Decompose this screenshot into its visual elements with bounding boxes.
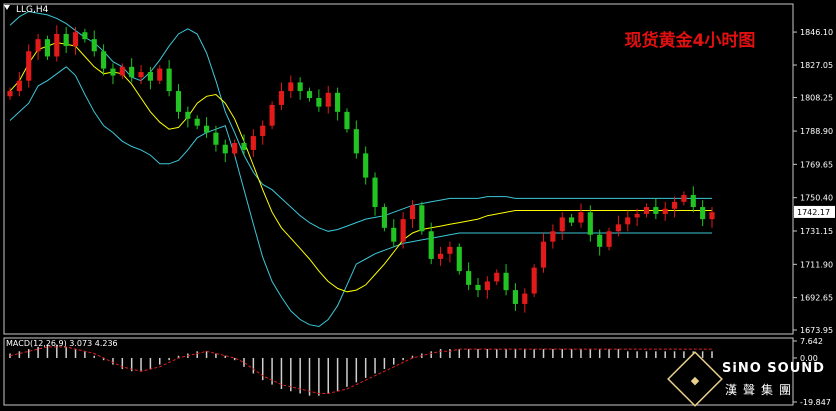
candle-body[interactable] xyxy=(26,51,32,81)
candle-body[interactable] xyxy=(363,153,369,178)
candle-body[interactable] xyxy=(35,39,41,52)
candle-body[interactable] xyxy=(709,212,715,220)
candle-body[interactable] xyxy=(63,33,69,47)
candle-body[interactable] xyxy=(344,111,350,130)
candle-body[interactable] xyxy=(671,201,678,209)
candle-body[interactable] xyxy=(241,142,247,150)
chart-title: 现货黄金4小时图 xyxy=(625,30,756,51)
symbol-label: LLG,H4 xyxy=(16,5,49,15)
candle-body[interactable] xyxy=(606,231,612,247)
macd-axis-label: 7.642 xyxy=(800,337,823,346)
candle-body[interactable] xyxy=(625,217,631,225)
candle-body[interactable] xyxy=(466,271,472,285)
price-axis-label: 1846.10 xyxy=(800,28,833,37)
candle-body[interactable] xyxy=(569,217,575,223)
candle-body[interactable] xyxy=(306,91,313,98)
candle-body[interactable] xyxy=(409,205,416,220)
candle-body[interactable] xyxy=(690,194,696,208)
candle-body[interactable] xyxy=(194,118,200,126)
candle-body[interactable] xyxy=(681,194,687,202)
candle-body[interactable] xyxy=(297,82,303,92)
candle-body[interactable] xyxy=(7,91,13,97)
chart-canvas[interactable]: 1846.10 1827.05 1808.25 1788.90 1769.65 1750.… xyxy=(0,0,836,407)
macd-axis-label: -19.847 xyxy=(800,398,831,407)
candle-body[interactable] xyxy=(353,129,359,154)
price-axis-label: 1673.95 xyxy=(800,326,833,335)
candle-body[interactable] xyxy=(119,66,125,76)
logo-mark-icon: ◆ xyxy=(691,374,700,387)
candle-body[interactable] xyxy=(82,32,88,40)
candle-body[interactable] xyxy=(269,104,275,126)
candle-body[interactable] xyxy=(381,207,387,228)
candle-body[interactable] xyxy=(232,142,238,154)
chart-window: 1846.10 1827.05 1808.25 1788.90 1769.65 1750.… xyxy=(0,0,836,407)
candle-body[interactable] xyxy=(316,97,322,107)
candle-body[interactable] xyxy=(260,125,266,137)
candle-body[interactable] xyxy=(503,272,509,291)
candle-body[interactable] xyxy=(101,51,107,69)
candle-body[interactable] xyxy=(559,217,565,232)
candle-body[interactable] xyxy=(522,293,528,304)
candle-body[interactable] xyxy=(615,224,621,232)
candle-body[interactable] xyxy=(653,207,659,214)
price-axis-label: 1788.90 xyxy=(800,127,833,136)
price-axis-label: 1750.40 xyxy=(800,194,833,203)
candle-body[interactable] xyxy=(700,207,706,220)
candle-body[interactable] xyxy=(447,246,453,254)
candle-body[interactable] xyxy=(138,72,144,78)
macd-label: MACD(12,26,9) 3.073 4.236 xyxy=(6,339,118,348)
candle-body[interactable] xyxy=(428,231,434,259)
candle-body[interactable] xyxy=(550,231,556,242)
candle-body[interactable] xyxy=(213,132,219,145)
candle-body[interactable] xyxy=(391,227,397,242)
candle-body[interactable] xyxy=(44,39,51,57)
candle-body[interactable] xyxy=(325,92,331,107)
candle-body[interactable] xyxy=(372,177,378,208)
candle-body[interactable] xyxy=(634,213,640,218)
candle-body[interactable] xyxy=(16,80,22,92)
candle-body[interactable] xyxy=(484,281,490,291)
candle-body[interactable] xyxy=(475,284,481,291)
price-axis-label: 1731.15 xyxy=(800,227,833,236)
candle-body[interactable] xyxy=(157,68,163,81)
candle-body[interactable] xyxy=(597,234,603,247)
candle-body[interactable] xyxy=(278,91,285,105)
candle-body[interactable] xyxy=(643,207,650,214)
price-axis-label: 1827.05 xyxy=(800,61,833,70)
watermark-sub: 漢聲集團 xyxy=(725,382,797,397)
candle-body[interactable] xyxy=(531,267,537,294)
candle-body[interactable] xyxy=(222,144,228,154)
candle-body[interactable] xyxy=(175,91,182,112)
candle-body[interactable] xyxy=(540,241,547,268)
candle-body[interactable] xyxy=(203,125,210,133)
candle-body[interactable] xyxy=(54,33,60,57)
candle-body[interactable] xyxy=(129,66,135,78)
candle-body[interactable] xyxy=(185,111,191,119)
price-axis-label: 1808.25 xyxy=(800,94,833,103)
candle-body[interactable] xyxy=(288,82,294,92)
candle-body[interactable] xyxy=(494,272,500,282)
candle-body[interactable] xyxy=(250,136,256,150)
candle-body[interactable] xyxy=(662,208,668,214)
candle-body[interactable] xyxy=(110,68,116,76)
candle-body[interactable] xyxy=(91,39,97,52)
candle-body[interactable] xyxy=(419,205,425,232)
current-price-label: 1742.17 xyxy=(797,208,830,217)
candle-body[interactable] xyxy=(587,212,593,235)
candle-body[interactable] xyxy=(147,72,153,81)
candle-body[interactable] xyxy=(166,68,172,92)
candle-body[interactable] xyxy=(437,253,444,259)
candle-body[interactable] xyxy=(72,32,79,47)
candle-body[interactable] xyxy=(400,219,406,242)
candle-body[interactable] xyxy=(512,290,519,304)
price-axis-label: 1769.65 xyxy=(800,160,833,169)
chart-background xyxy=(0,0,836,407)
candle-body[interactable] xyxy=(456,246,462,272)
candle-body[interactable] xyxy=(335,92,341,112)
price-axis-label: 1692.65 xyxy=(800,294,833,303)
price-axis-label: 1711.90 xyxy=(800,260,833,269)
candle-body[interactable] xyxy=(578,212,584,223)
watermark-brand: SiNO SOUND xyxy=(722,361,825,376)
